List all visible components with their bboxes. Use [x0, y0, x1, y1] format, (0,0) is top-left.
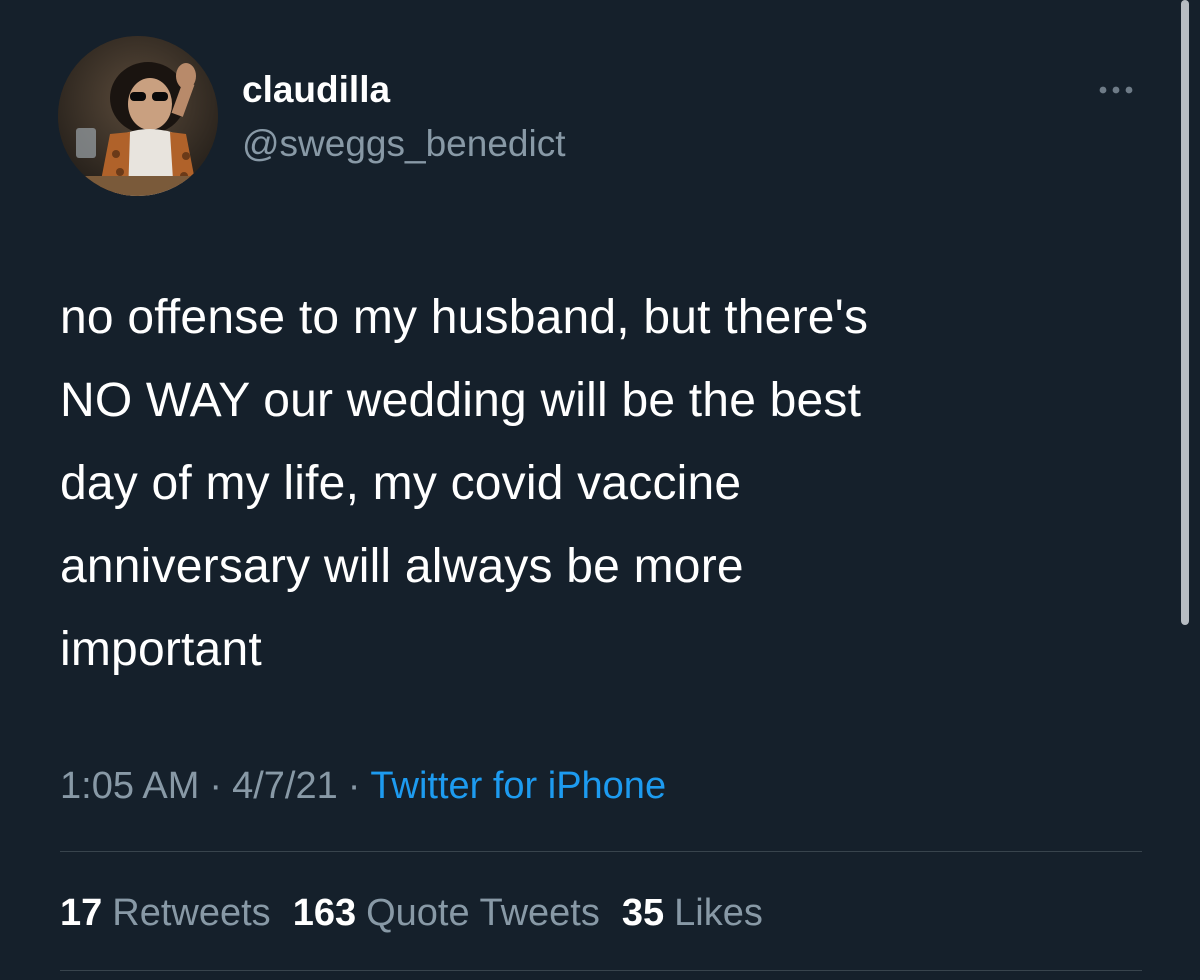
quote-tweets-label: Quote Tweets	[366, 892, 600, 934]
tweet-source-link[interactable]: Twitter for iPhone	[370, 765, 666, 807]
scrollbar[interactable]	[1181, 0, 1189, 625]
more-options-button[interactable]	[1088, 72, 1144, 108]
user-avatar[interactable]	[58, 36, 218, 196]
likes-label: Likes	[674, 892, 763, 934]
retweets-count: 17	[60, 892, 103, 934]
retweets-stat[interactable]: 17 Retweets	[60, 889, 271, 937]
display-name[interactable]: claudilla	[242, 68, 390, 112]
tweet-date[interactable]: 4/7/21	[232, 765, 338, 807]
divider	[60, 851, 1142, 852]
tweet-time[interactable]: 1:05 AM	[60, 765, 199, 807]
retweets-label: Retweets	[112, 892, 271, 934]
tweet-text: no offense to my husband, but there's NO…	[60, 291, 869, 676]
tweet-detail: claudilla @sweggs_benedict no offense to…	[0, 0, 1200, 980]
divider	[60, 970, 1142, 971]
meta-separator: ·	[209, 765, 223, 807]
likes-stat[interactable]: 35 Likes	[622, 889, 763, 937]
engagement-stats: 17 Retweets 163 Quote Tweets 35 Likes	[60, 889, 785, 937]
avatar-photo	[58, 36, 218, 196]
more-horizontal-icon	[1099, 86, 1133, 94]
meta-separator: ·	[347, 765, 361, 807]
user-handle[interactable]: @sweggs_benedict	[242, 122, 565, 166]
likes-count: 35	[621, 892, 665, 934]
quote-tweets-count: 163	[292, 892, 357, 934]
quote-tweets-stat[interactable]: 163 Quote Tweets	[293, 889, 600, 937]
tweet-metadata: 1:05 AM · 4/7/21 · Twitter for iPhone	[60, 762, 666, 810]
